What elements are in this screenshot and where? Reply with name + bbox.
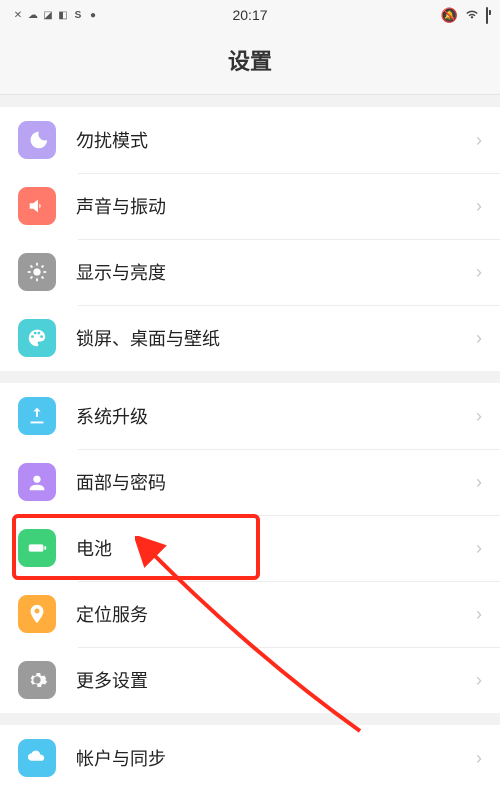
palette-icon [18,319,56,357]
battery-status-icon [486,8,488,23]
location-pin-icon [18,595,56,633]
row-label: 系统升级 [76,403,476,429]
status-bar: ✕ ☁ ◪ ◧ S ● 20:17 🔕 [0,0,500,30]
brightness-icon [18,253,56,291]
cloud-icon: ☁ [27,9,39,21]
chevron-right-icon: › [476,328,482,349]
row-more[interactable]: 更多设置 › [0,647,500,713]
row-label: 帐户与同步 [76,745,476,771]
chevron-right-icon: › [476,538,482,559]
chevron-right-icon: › [476,604,482,625]
chevron-right-icon: › [476,670,482,691]
settings-group: 系统升级 › 面部与密码 › 电池 › 定位服务 › 更多设置 › [0,383,500,713]
row-label: 更多设置 [76,667,476,693]
row-label: 电池 [76,535,476,561]
update-icon [18,397,56,435]
row-label: 声音与振动 [76,193,476,219]
row-label: 锁屏、桌面与壁纸 [76,325,476,351]
row-face[interactable]: 面部与密码 › [0,449,500,515]
chevron-right-icon: › [476,130,482,151]
row-label: 显示与亮度 [76,259,476,285]
speaker-icon [18,187,56,225]
row-account[interactable]: 帐户与同步 › [0,725,500,791]
row-label: 面部与密码 [76,469,476,495]
status-left-icons: ✕ ☁ ◪ ◧ S ● [12,9,99,21]
battery-icon [18,529,56,567]
row-battery[interactable]: 电池 › [0,515,500,581]
row-wallpaper[interactable]: 锁屏、桌面与壁纸 › [0,305,500,371]
chevron-right-icon: › [476,406,482,427]
page-title: 设置 [0,30,500,95]
row-dnd[interactable]: 勿扰模式 › [0,107,500,173]
face-id-icon [18,463,56,501]
status-right-icons: 🔕 [441,7,488,24]
status-time: 20:17 [232,7,267,23]
checkbox-icon: ◪ [42,9,54,21]
chat-icon: ● [87,9,99,21]
wifi-icon [464,8,480,23]
row-display[interactable]: 显示与亮度 › [0,239,500,305]
row-location[interactable]: 定位服务 › [0,581,500,647]
silent-icon: 🔕 [441,7,458,24]
chevron-right-icon: › [476,748,482,769]
row-update[interactable]: 系统升级 › [0,383,500,449]
settings-group: 勿扰模式 › 声音与振动 › 显示与亮度 › 锁屏、桌面与壁纸 › [0,107,500,371]
close-box-icon: ✕ [12,9,24,21]
row-label: 定位服务 [76,601,476,627]
chevron-right-icon: › [476,196,482,217]
gear-icon [18,661,56,699]
settings-group: 帐户与同步 › [0,725,500,791]
cloud-sync-icon [18,739,56,777]
square-icon: ◧ [57,9,69,21]
row-label: 勿扰模式 [76,127,476,153]
row-sound[interactable]: 声音与振动 › [0,173,500,239]
chevron-right-icon: › [476,472,482,493]
moon-icon [18,121,56,159]
s-icon: S [72,9,84,21]
chevron-right-icon: › [476,262,482,283]
